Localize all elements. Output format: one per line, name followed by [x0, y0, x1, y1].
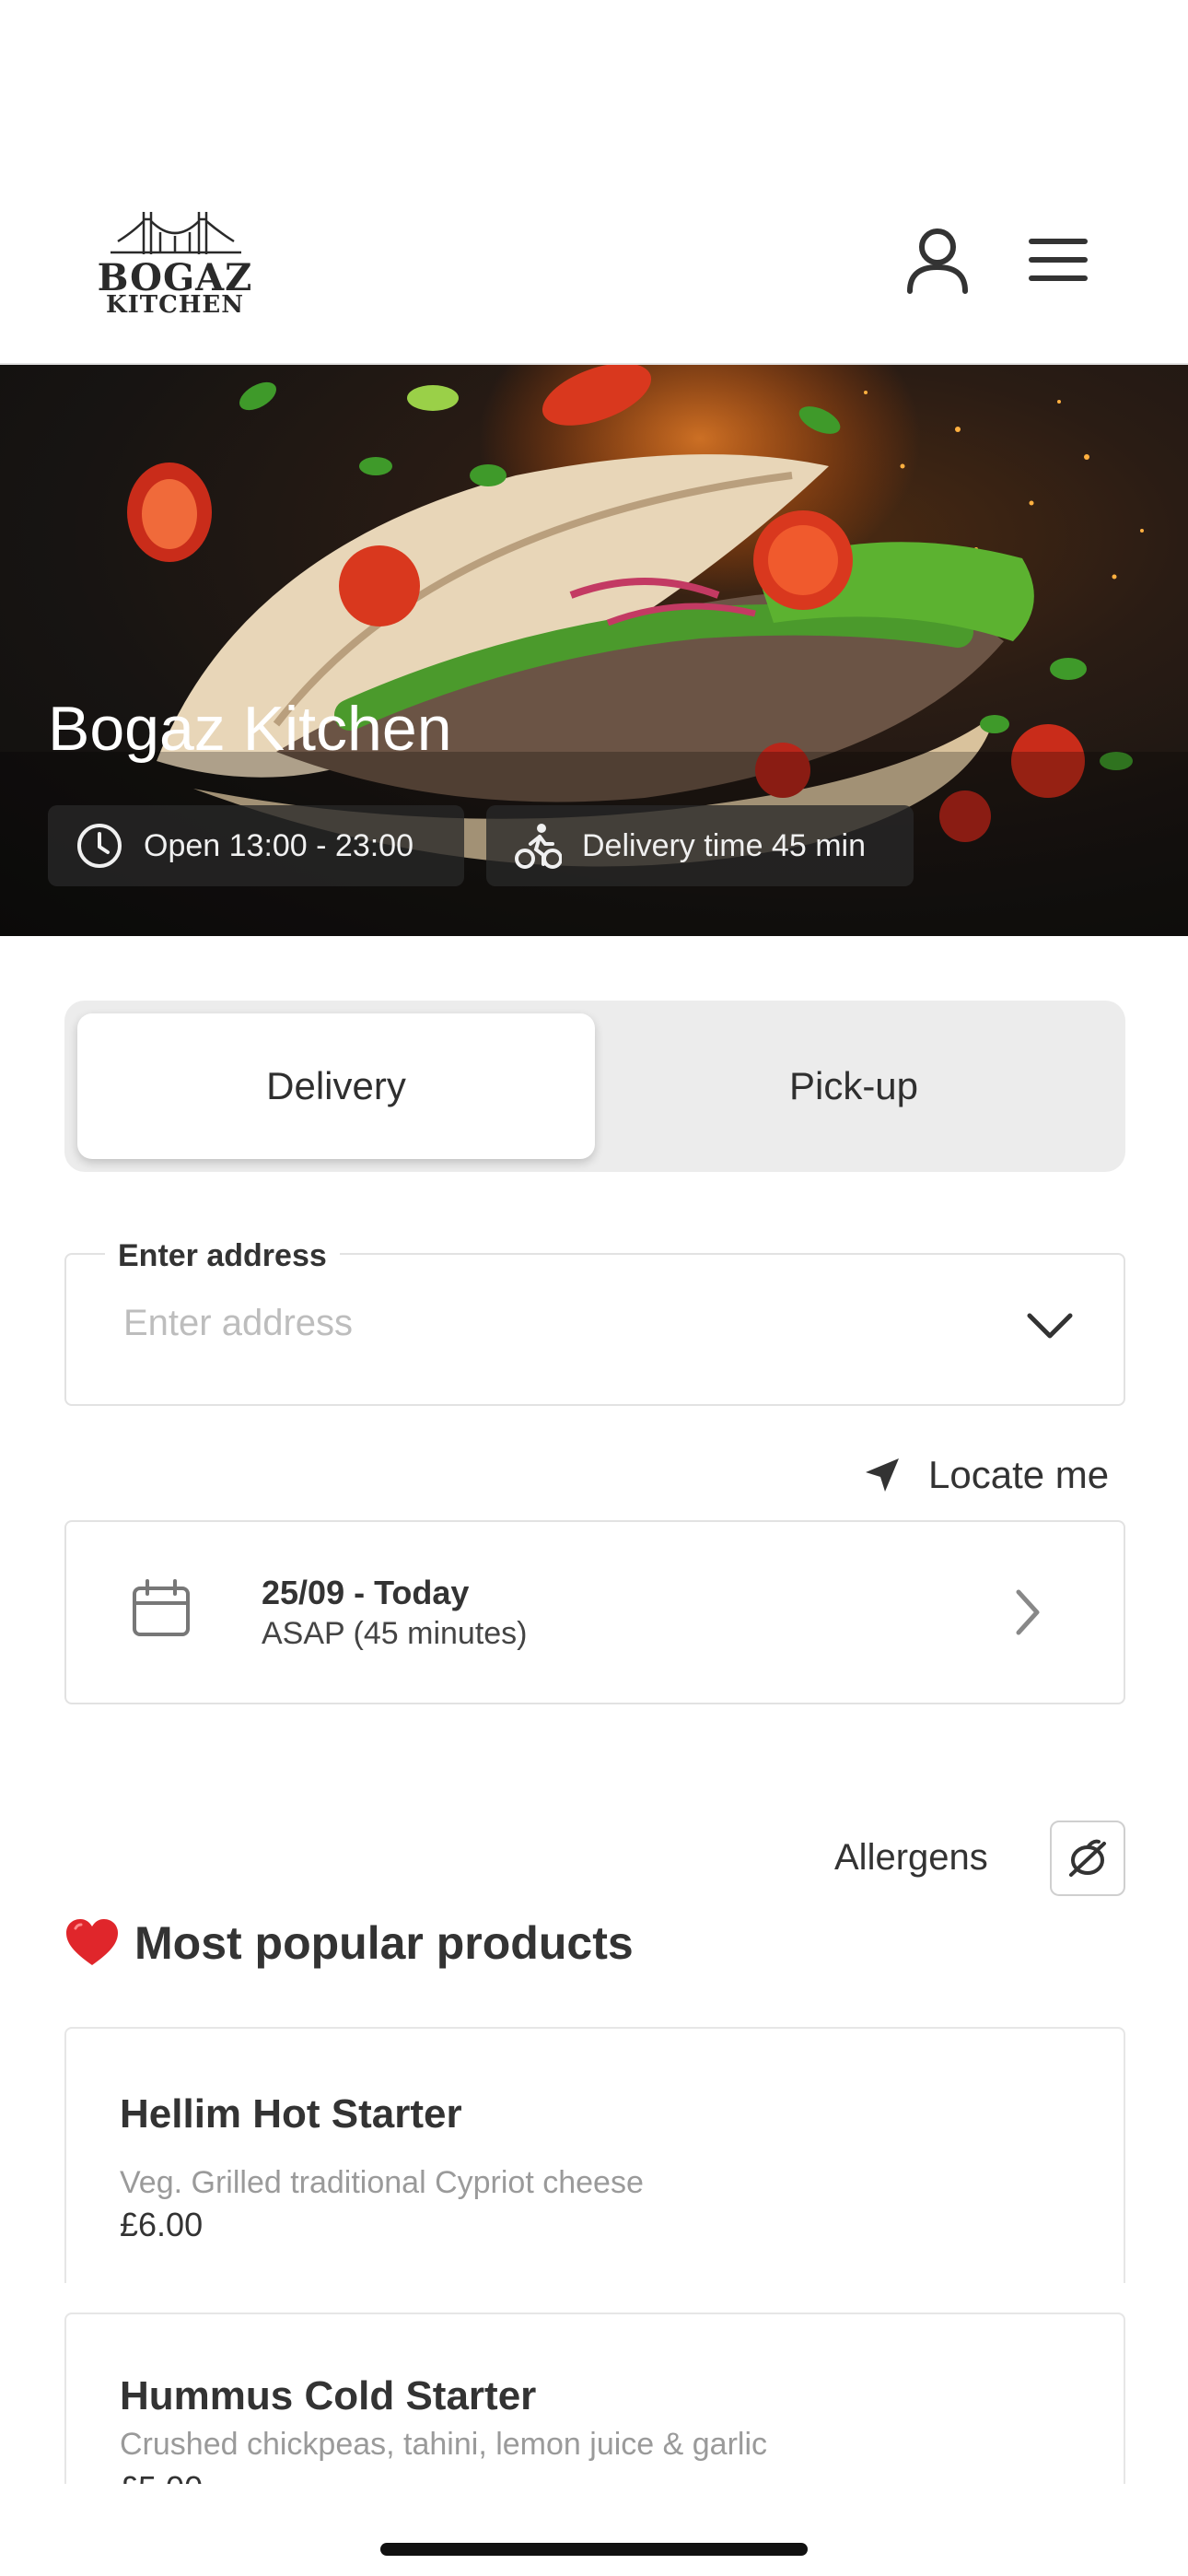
chevron-down-icon[interactable] [1024, 1310, 1076, 1343]
product-name: Hellim Hot Starter [120, 2091, 462, 2137]
bridge-logo-icon [111, 212, 241, 254]
order-mode-toggle: Delivery Pick-up [64, 1001, 1125, 1172]
locate-me-label: Locate me [928, 1453, 1110, 1496]
location-arrow-icon [866, 1458, 899, 1492]
product-description: Veg. Grilled traditional Cypriot cheese [120, 2165, 644, 2200]
address-input[interactable] [123, 1303, 952, 1344]
user-icon [907, 228, 968, 294]
pickup-option[interactable]: Pick-up [595, 1013, 1112, 1159]
top-header: BOGAZ KITCHEN [0, 184, 1188, 365]
menu-button[interactable] [1026, 232, 1090, 287]
product-name: Hummus Cold Starter [120, 2373, 537, 2418]
home-indicator[interactable] [380, 2543, 808, 2556]
restaurant-name: Bogaz Kitchen [48, 694, 452, 764]
brand-logo[interactable]: BOGAZ KITCHEN [90, 205, 260, 324]
opening-hours-chip: Open 13:00 - 23:00 [48, 805, 464, 886]
schedule-time: ASAP (45 minutes) [262, 1616, 528, 1651]
allergens-filter-button[interactable] [1050, 1821, 1125, 1896]
delivery-option[interactable]: Delivery [77, 1013, 595, 1159]
locate-me-button[interactable]: Locate me [862, 1443, 1109, 1507]
delivery-time-text: Delivery time 45 min [582, 827, 866, 863]
product-description: Crushed chickpeas, tahini, lemon juice &… [120, 2427, 768, 2462]
popular-products-title: Most popular products [134, 1917, 634, 1969]
bottom-safe-area [0, 2484, 1188, 2576]
delivery-schedule-selector[interactable]: 25/09 - Today ASAP (45 minutes) [64, 1520, 1125, 1704]
address-label: Enter address [105, 1238, 340, 1274]
delivery-time-chip: Delivery time 45 min [486, 805, 914, 886]
popular-products-heading: Most popular products [64, 1916, 634, 1970]
address-field[interactable]: Enter address [64, 1238, 1125, 1406]
logo-subtitle: KITCHEN [106, 291, 244, 319]
allergens-label: Allergens [834, 1837, 988, 1878]
opening-hours-text: Open 13:00 - 23:00 [144, 827, 414, 863]
product-price: £6.00 [120, 2206, 204, 2243]
hamburger-menu-icon [1029, 239, 1088, 281]
calendar-icon [133, 1579, 190, 1636]
clock-icon [77, 824, 122, 868]
chevron-right-icon [1016, 1589, 1040, 1635]
product-card[interactable]: Hellim Hot Starter Veg. Grilled traditio… [64, 2027, 1125, 2283]
heart-icon [66, 1919, 118, 1965]
hero-banner: Bogaz Kitchen Open 13:00 - 23:00 Deliver… [0, 365, 1188, 936]
schedule-date: 25/09 - Today [262, 1574, 470, 1611]
allergen-filter-icon [1069, 1839, 1106, 1877]
bicycle-courier-icon [515, 824, 562, 869]
account-button[interactable] [901, 223, 974, 297]
